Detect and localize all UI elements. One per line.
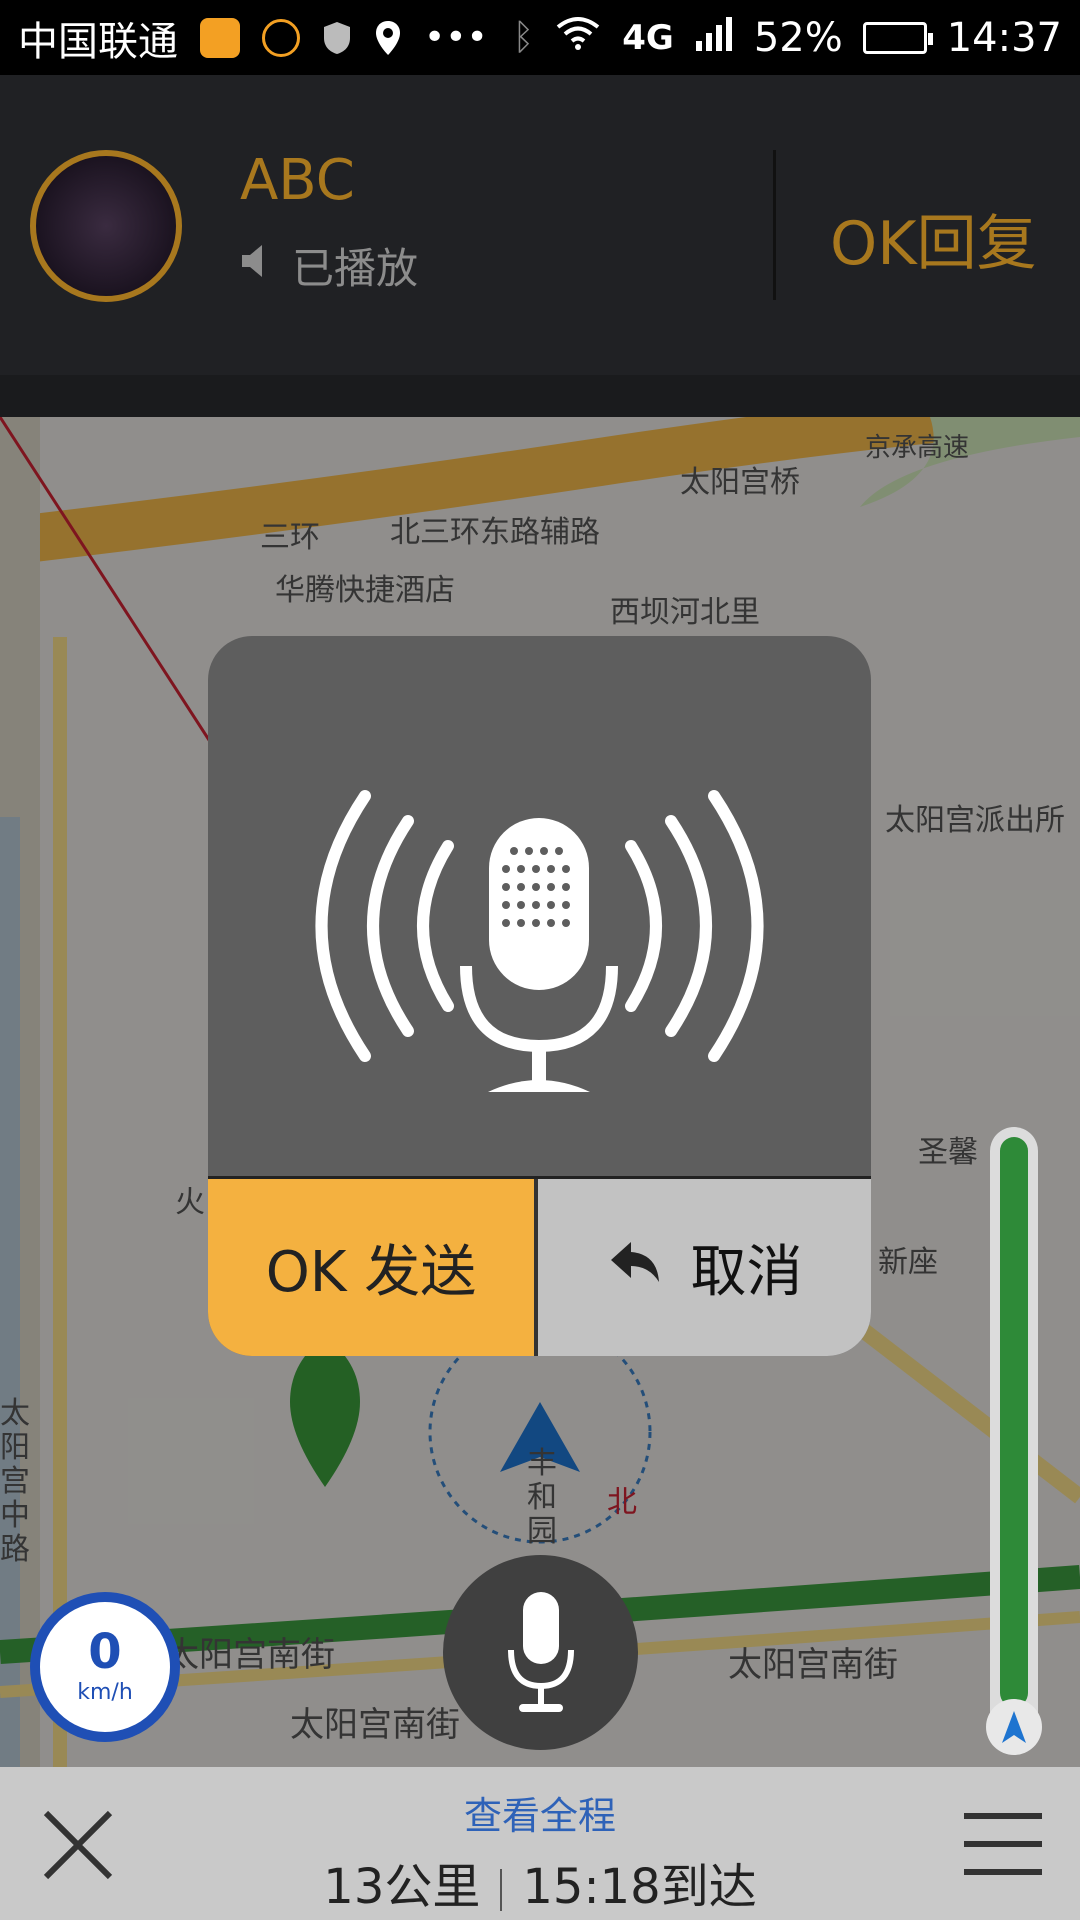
playback-status: 已播放: [240, 235, 418, 296]
playback-status-label: 已播放: [292, 244, 419, 293]
trip-summary: 13公里 15:18到达: [0, 1847, 1080, 1917]
voice-record-dialog: OK 发送 取消: [208, 636, 871, 1356]
microphone-icon: [507, 1591, 574, 1712]
network-type: 4G: [622, 17, 674, 58]
speaker-icon: [240, 241, 274, 291]
clock: 14:37: [946, 14, 1062, 61]
carrier-name: 中国联通: [18, 18, 178, 65]
shield-icon: [322, 20, 352, 56]
speed-unit: km/h: [77, 1680, 133, 1705]
speedometer: 0 km/h: [30, 1592, 180, 1742]
dialog-buttons: OK 发送 取消: [208, 1176, 871, 1356]
nav-app-icon: [200, 17, 240, 58]
cancel-button[interactable]: 取消: [538, 1179, 871, 1356]
ok-reply-button[interactable]: OK回复: [830, 195, 1037, 282]
battery-percent: 52%: [753, 14, 843, 61]
traffic-bar: [986, 1127, 1042, 1755]
speed-value: 0: [88, 1624, 122, 1680]
cancel-button-label: 取消: [690, 1240, 803, 1305]
location-icon: [374, 19, 402, 57]
more-icon: •••: [424, 17, 488, 58]
header-divider: [0, 375, 1080, 417]
microphone-sound-waves-icon: [315, 790, 764, 1092]
remaining-distance: 13公里: [323, 1859, 481, 1915]
status-bar: 中国联通 ••• ᛒ 4G 52% 14:37: [0, 0, 1080, 75]
header-separator: [773, 150, 776, 300]
bottom-bar: 查看全程 13公里 15:18到达: [0, 1767, 1080, 1920]
bluetooth-icon: ᛒ: [512, 17, 535, 58]
battery-icon: [862, 21, 933, 54]
trip-summary-divider: [500, 1869, 503, 1911]
traffic-bar-fill: [1000, 1137, 1028, 1707]
ok-send-button[interactable]: OK 发送: [208, 1179, 538, 1356]
recording-illustration: [208, 636, 871, 1176]
view-full-route-link[interactable]: 查看全程: [0, 1785, 1080, 1840]
navigation-arrow-icon[interactable]: [986, 1699, 1042, 1755]
signal-icon: [694, 15, 734, 61]
avatar[interactable]: [30, 150, 182, 302]
menu-icon[interactable]: [964, 1809, 1042, 1879]
face-icon: [262, 18, 300, 57]
arrival-time: 15:18到达: [522, 1859, 757, 1915]
wifi-icon: [554, 15, 602, 61]
undo-arrow-icon: [607, 1235, 663, 1300]
sender-name: ABC: [240, 148, 355, 213]
voice-button[interactable]: [443, 1555, 638, 1750]
